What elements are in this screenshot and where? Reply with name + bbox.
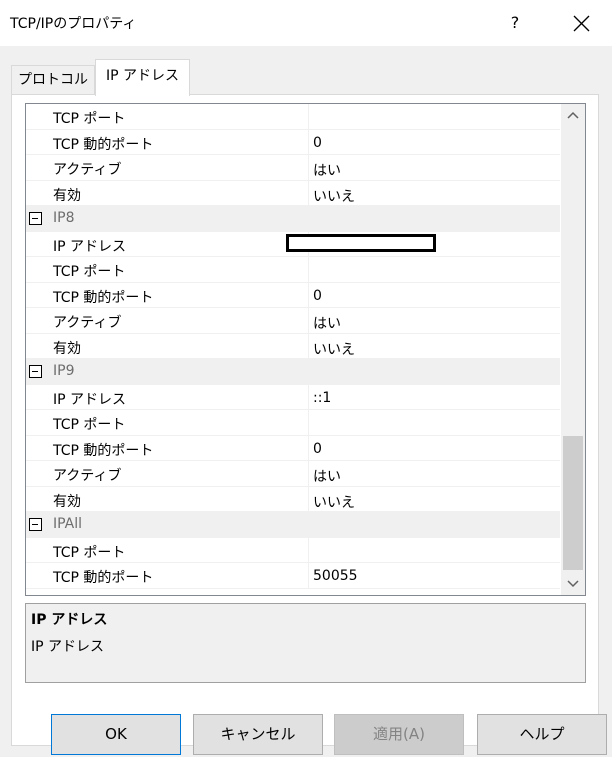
category-row[interactable]: IPAll	[26, 512, 560, 538]
category-label: IP8	[53, 210, 75, 226]
category-label: IP9	[53, 363, 75, 379]
property-value[interactable]	[308, 257, 560, 282]
property-value[interactable]: ::1	[308, 384, 560, 409]
property-row[interactable]: TCP ポート	[26, 537, 560, 563]
property-name: TCP ポート	[53, 544, 126, 561]
property-row[interactable]: アクティブ はい	[26, 155, 560, 181]
property-value[interactable]: 50055	[308, 563, 560, 588]
property-row[interactable]: TCP 動的ポート 50055	[26, 563, 560, 589]
collapse-icon[interactable]	[29, 365, 42, 378]
category-label: IPAll	[53, 516, 83, 532]
scroll-up-icon[interactable]	[561, 104, 585, 128]
property-name: IP アドレス	[53, 238, 127, 255]
property-name: TCP 動的ポート	[53, 570, 154, 586]
property-value[interactable]: 0	[308, 435, 560, 460]
property-row[interactable]: TCP 動的ポート 0	[26, 282, 560, 308]
property-value[interactable]: いいえ	[308, 180, 560, 205]
property-row[interactable]: 有効 いいえ	[26, 333, 560, 359]
category-row[interactable]: IP8	[26, 206, 560, 232]
title-bar: TCP/IPのプロパティ ?	[0, 0, 612, 46]
property-name: TCP ポート	[53, 111, 126, 127]
tab-ip-address[interactable]: IP アドレス	[95, 59, 190, 96]
property-name: 有効	[53, 340, 81, 357]
property-name: TCP ポート	[53, 417, 126, 433]
window-title: TCP/IPのプロパティ	[10, 16, 137, 32]
description-title: IP アドレス	[31, 612, 108, 628]
property-row[interactable]: アクティブ はい	[26, 308, 560, 334]
property-row[interactable]: アクティブ はい	[26, 461, 560, 487]
property-name: 有効	[53, 187, 81, 204]
property-name: TCP ポート	[53, 264, 126, 280]
property-row[interactable]: TCP ポート	[26, 257, 560, 283]
description-pane: IP アドレス IP アドレス	[25, 603, 586, 683]
property-row[interactable]: TCP ポート	[26, 104, 560, 130]
property-value[interactable]: はい	[308, 461, 560, 486]
property-value[interactable]: はい	[308, 308, 560, 333]
property-value[interactable]	[308, 104, 560, 129]
property-value[interactable]: 0	[308, 282, 560, 307]
property-value[interactable]: いいえ	[308, 486, 560, 511]
tab-panel: TCP ポート TCP 動的ポート 0 アクティブ はい 有効 いいえ IP8 IP アドレス T…	[11, 94, 599, 746]
cancel-button[interactable]: キャンセル	[193, 714, 323, 755]
help-icon[interactable]: ?	[505, 8, 525, 38]
tab-protocol[interactable]: プロトコル	[11, 65, 95, 95]
property-row[interactable]: TCP 動的ポート 0	[26, 129, 560, 155]
property-name: IP アドレス	[53, 391, 127, 408]
redaction-box	[286, 233, 436, 252]
property-name: TCP 動的ポート	[53, 289, 154, 306]
close-icon[interactable]	[568, 8, 596, 38]
collapse-icon[interactable]	[29, 518, 42, 531]
property-row[interactable]: 有効 いいえ	[26, 486, 560, 512]
property-row[interactable]: 有効 いいえ	[26, 180, 560, 206]
property-name: 有効	[53, 493, 81, 510]
apply-button[interactable]: 適用(A)	[334, 714, 464, 755]
property-value[interactable]: いいえ	[308, 333, 560, 358]
property-value[interactable]	[308, 537, 560, 562]
property-row[interactable]: IP アドレス::1	[26, 384, 560, 410]
collapse-icon[interactable]	[29, 212, 42, 225]
dialog-client-area: プロトコル IP アドレス TCP ポート TCP 動的ポート 0 アクティブ はい 有効…	[0, 46, 612, 757]
property-row[interactable]: TCP ポート	[26, 410, 560, 436]
property-name: アクティブ	[53, 315, 122, 331]
description-text: IP アドレス	[31, 639, 105, 655]
property-row[interactable]: IP アドレス	[26, 231, 560, 257]
property-grid[interactable]: TCP ポート TCP 動的ポート 0 アクティブ はい 有効 いいえ IP8 IP アドレス T…	[25, 103, 586, 596]
property-name: アクティブ	[53, 468, 122, 484]
property-name: アクティブ	[53, 162, 122, 178]
ok-button[interactable]: OK	[51, 714, 181, 755]
vertical-scrollbar[interactable]	[561, 104, 585, 595]
scroll-down-icon[interactable]	[561, 571, 585, 595]
property-value[interactable]: はい	[308, 155, 560, 180]
property-rows: TCP ポート TCP 動的ポート 0 アクティブ はい 有効 いいえ IP8 IP アドレス T…	[26, 104, 560, 589]
property-name: TCP 動的ポート	[53, 136, 154, 153]
category-row[interactable]: IP9	[26, 359, 560, 385]
help-button[interactable]: ヘルプ	[477, 714, 607, 755]
property-name: TCP 動的ポート	[53, 442, 154, 459]
property-value[interactable]	[308, 410, 560, 435]
scroll-thumb[interactable]	[563, 436, 583, 570]
property-row[interactable]: TCP 動的ポート 0	[26, 435, 560, 461]
property-value[interactable]: 0	[308, 129, 560, 154]
